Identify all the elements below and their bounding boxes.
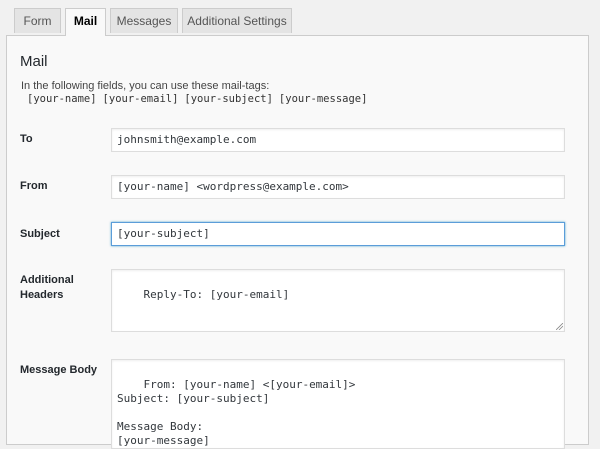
additional-headers-text: Reply-To: [your-email]: [143, 288, 290, 301]
tab-additional-settings[interactable]: Additional Settings: [182, 8, 292, 33]
from-label: From: [20, 180, 48, 192]
message-body-label: Message Body: [20, 364, 98, 376]
tab-messages[interactable]: Messages: [110, 8, 178, 33]
additional-headers-label: Additional Headers: [20, 273, 74, 303]
additional-headers-label-line2: Headers: [20, 289, 64, 301]
from-field[interactable]: [your-name] <wordpress@example.com>: [111, 175, 565, 199]
to-label: To: [20, 133, 33, 145]
mail-tag[interactable]: [your-name]: [27, 93, 97, 105]
mail-tags-list: [your-name] [your-email] [your-subject] [yo…: [27, 93, 373, 105]
mail-tag[interactable]: [your-message]: [279, 93, 368, 105]
mail-panel: Mail In the following fields, you can us…: [6, 35, 589, 449]
additional-headers-label-line1: Additional: [20, 274, 74, 286]
subject-field[interactable]: [your-subject]: [111, 222, 565, 246]
mail-tags-description: In the following fields, you can use the…: [21, 80, 270, 92]
tab-form[interactable]: Form: [14, 8, 61, 33]
additional-headers-textarea[interactable]: Reply-To: [your-email]: [111, 269, 565, 332]
mail-tag[interactable]: [your-subject]: [184, 93, 273, 105]
panel-title: Mail: [20, 53, 48, 70]
mail-tag[interactable]: [your-email]: [103, 93, 179, 105]
subject-label: Subject: [20, 228, 60, 240]
resize-grip-icon[interactable]: [556, 323, 563, 330]
tab-bar: Form Mail Messages Additional Settings: [0, 0, 600, 36]
message-body-text: From: [your-name] <[your-email]> Subject…: [117, 378, 356, 447]
to-field[interactable]: johnsmith@example.com: [111, 128, 565, 152]
tab-mail[interactable]: Mail: [65, 8, 106, 36]
message-body-textarea[interactable]: From: [your-name] <[your-email]> Subject…: [111, 359, 565, 449]
